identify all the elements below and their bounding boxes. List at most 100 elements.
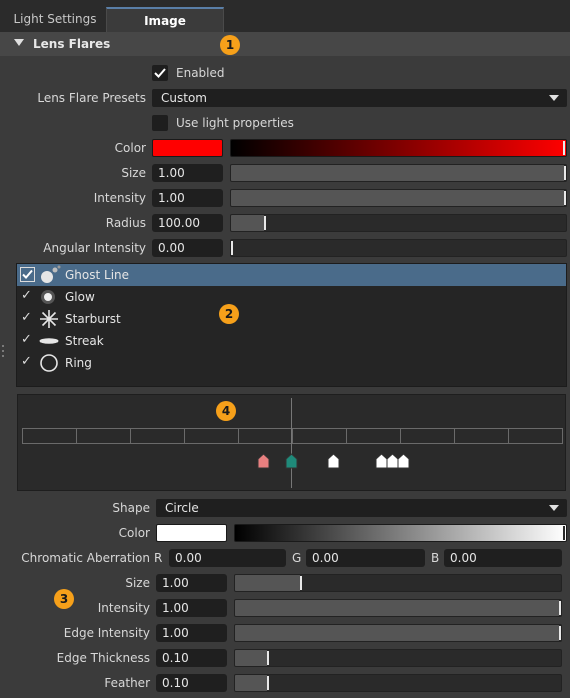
lens-flare-presets-dropdown[interactable]: Custom (152, 89, 567, 107)
feather-input[interactable]: 0.10 (156, 674, 227, 692)
enabled-checkbox[interactable] (152, 65, 168, 81)
element-color-gradient-slider[interactable] (234, 524, 567, 542)
element-intensity-input[interactable]: 1.00 (156, 599, 227, 617)
ruler-tick (76, 428, 77, 444)
ghost-line-icon (41, 265, 61, 283)
chromatic-aberration-label: Chromatic Aberration (21, 551, 150, 565)
lens-radius-input[interactable]: 100.00 (152, 214, 223, 232)
ruler-tick (454, 428, 455, 444)
annotation-badge-2: 2 (219, 304, 239, 324)
ruler-tick (346, 428, 347, 444)
use-light-properties-label: Use light properties (176, 116, 294, 130)
ring-icon (40, 354, 58, 372)
chevron-down-icon (549, 505, 559, 511)
b-label: B (431, 551, 440, 565)
streak-icon (39, 338, 59, 344)
lens-radius-label: Radius (105, 216, 146, 230)
lens-size-input[interactable]: 1.00 (152, 164, 223, 182)
feather-slider[interactable] (234, 674, 562, 692)
timeline-marker[interactable] (327, 453, 340, 469)
list-item-ghost-line[interactable]: Ghost Line (17, 264, 566, 286)
edge-intensity-slider[interactable] (234, 624, 562, 642)
lens-color-gradient-slider[interactable] (230, 139, 567, 157)
edge-thickness-slider[interactable] (234, 649, 562, 667)
element-intensity-label: Intensity (97, 601, 150, 615)
element-color-label: Color (118, 526, 150, 540)
list-item-label: Streak (65, 334, 104, 348)
lens-angular-intensity-input[interactable]: 0.00 (152, 239, 223, 257)
lens-color-swatch[interactable] (152, 139, 223, 157)
lens-size-slider[interactable] (230, 164, 567, 182)
list-item-label: Ring (65, 356, 92, 370)
lens-angular-intensity-slider[interactable] (230, 239, 567, 257)
list-item-starburst[interactable]: ✓ Starburst (17, 308, 566, 330)
edge-thickness-input[interactable]: 0.10 (156, 649, 227, 667)
lens-radius-slider[interactable] (230, 214, 567, 232)
tab-light-settings[interactable]: Light Settings (8, 7, 102, 32)
shape-dropdown[interactable]: Circle (156, 499, 567, 517)
chromatic-b-input[interactable]: 0.00 (444, 549, 562, 567)
chromatic-g-input[interactable]: 0.00 (306, 549, 425, 567)
ruler-tick (292, 428, 293, 444)
r-label: R (154, 551, 163, 565)
ruler-tick (130, 428, 131, 444)
list-item-streak[interactable]: ✓ Streak (17, 330, 566, 352)
checkmark-icon (154, 68, 166, 78)
slider-knob[interactable] (563, 526, 565, 540)
element-size-slider[interactable] (234, 574, 562, 592)
element-color-swatch[interactable] (156, 524, 227, 542)
ruler-tick (184, 428, 185, 444)
lens-angular-intensity-label: Angular Intensity (43, 241, 146, 255)
panel-grip-dot (2, 350, 4, 352)
lens-color-label: Color (114, 141, 146, 155)
edge-intensity-input[interactable]: 1.00 (156, 624, 227, 642)
annotation-badge-4: 4 (216, 401, 236, 421)
element-intensity-slider[interactable] (234, 599, 562, 617)
starburst-icon (40, 310, 58, 328)
glow-checkbox[interactable]: ✓ (21, 288, 32, 303)
section-title: Lens Flares (33, 37, 111, 51)
lens-intensity-label: Intensity (93, 191, 146, 205)
list-item-label: Ghost Line (65, 268, 130, 282)
lens-size-label: Size (121, 166, 146, 180)
starburst-checkbox[interactable]: ✓ (21, 310, 32, 325)
element-size-label: Size (125, 576, 150, 590)
ruler-tick (238, 428, 239, 444)
ruler-tick (508, 428, 509, 444)
lens-intensity-slider[interactable] (230, 189, 567, 207)
g-label: G (292, 551, 302, 565)
timeline-marker[interactable] (257, 453, 270, 469)
lens-flare-presets-label: Lens Flare Presets (37, 91, 146, 105)
timeline-center-line (291, 398, 292, 488)
collapse-arrow-icon[interactable] (14, 39, 24, 46)
streak-checkbox[interactable]: ✓ (21, 332, 32, 347)
use-light-properties-checkbox[interactable] (152, 115, 168, 131)
ghost-line-checkbox[interactable] (20, 267, 35, 282)
list-item-glow[interactable]: ✓ Glow (17, 286, 566, 308)
panel-grip-dot (2, 355, 4, 357)
glow-icon (41, 290, 55, 304)
list-item-label: Glow (65, 290, 95, 304)
chromatic-r-input[interactable]: 0.00 (169, 549, 286, 567)
edge-thickness-label: Edge Thickness (56, 651, 150, 665)
list-item-label: Starburst (65, 312, 121, 326)
slider-knob[interactable] (563, 141, 565, 155)
panel-grip-dot (2, 345, 4, 347)
ruler-tick (400, 428, 401, 444)
element-size-input[interactable]: 1.00 (156, 574, 227, 592)
list-item-ring[interactable]: ✓ Ring (17, 352, 566, 374)
shape-label: Shape (112, 501, 150, 515)
timeline-marker[interactable] (397, 453, 410, 469)
chevron-down-icon (549, 95, 559, 101)
feather-label: Feather (104, 676, 150, 690)
lens-intensity-input[interactable]: 1.00 (152, 189, 223, 207)
shape-value: Circle (165, 501, 199, 515)
tab-image-processing[interactable]: Image Processing (106, 7, 224, 53)
lens-flare-presets-value: Custom (161, 91, 207, 105)
checkmark-icon (22, 269, 33, 279)
annotation-badge-1: 1 (220, 35, 240, 55)
ring-checkbox[interactable]: ✓ (21, 354, 32, 369)
timeline-marker[interactable] (285, 453, 298, 469)
enabled-label: Enabled (176, 66, 225, 80)
edge-intensity-label: Edge Intensity (63, 626, 150, 640)
